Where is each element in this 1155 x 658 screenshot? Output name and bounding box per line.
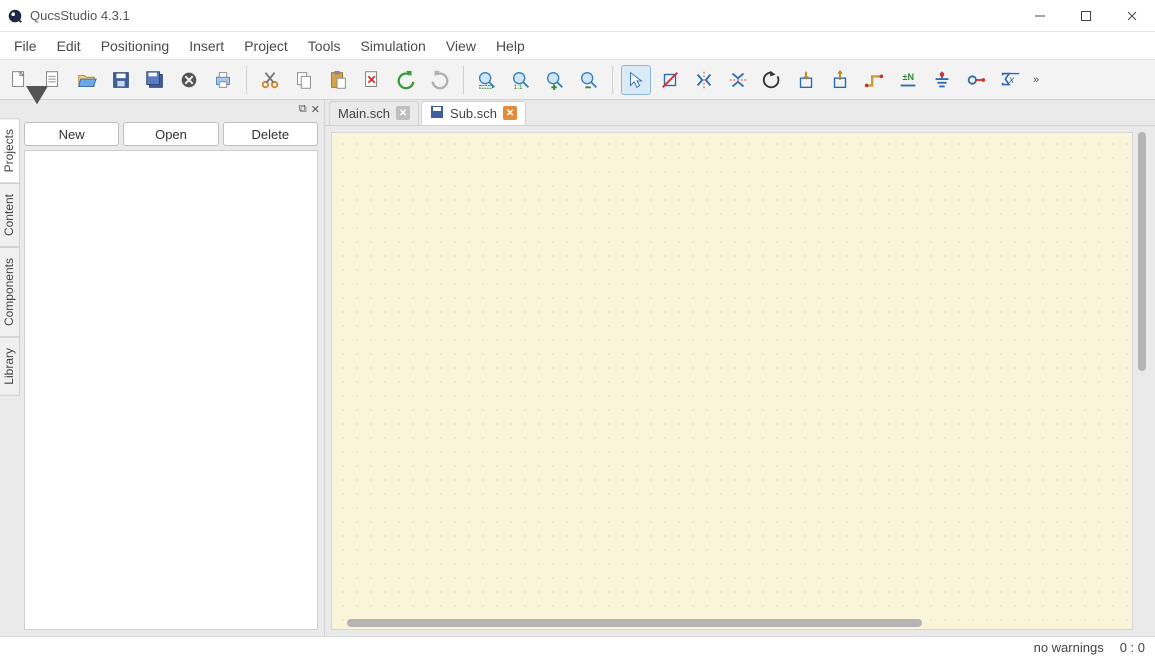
menu-tools[interactable]: Tools	[298, 34, 351, 58]
save-button[interactable]	[106, 65, 136, 95]
port-button[interactable]	[961, 65, 991, 95]
new-text-document-button[interactable]	[38, 65, 68, 95]
toolbar-separator	[463, 66, 464, 94]
toolbar-separator	[246, 66, 247, 94]
new-document-button[interactable]	[4, 65, 34, 95]
pop-out-subcircuit-button[interactable]	[825, 65, 855, 95]
app-title: QucsStudio 4.3.1	[30, 8, 130, 23]
deactivate-button[interactable]	[655, 65, 685, 95]
side-tab-components[interactable]: Components	[0, 247, 20, 337]
zoom-in-button[interactable]	[540, 65, 570, 95]
save-all-button[interactable]	[140, 65, 170, 95]
tab-main-sch[interactable]: Main.sch ✕	[329, 101, 419, 125]
side-tab-projects[interactable]: Projects	[0, 118, 20, 183]
window-minimize-button[interactable]	[1017, 0, 1063, 32]
ground-button[interactable]	[927, 65, 957, 95]
project-new-button[interactable]: New	[24, 122, 119, 146]
svg-text:1:1: 1:1	[514, 84, 523, 91]
print-button[interactable]	[208, 65, 238, 95]
menu-bar: File Edit Positioning Insert Project Too…	[0, 32, 1155, 60]
menu-project[interactable]: Project	[234, 34, 298, 58]
horizontal-scrollbar[interactable]	[347, 618, 1113, 628]
dock-panel: ⧉ ✕ Projects Content Components Library …	[0, 100, 325, 636]
cut-button[interactable]	[255, 65, 285, 95]
tab-sub-sch[interactable]: Sub.sch ✕	[421, 101, 526, 125]
wire-label-button[interactable]: ±N	[893, 65, 923, 95]
redo-button[interactable]	[425, 65, 455, 95]
toolbar-separator	[612, 66, 613, 94]
wire-button[interactable]	[859, 65, 889, 95]
project-delete-button[interactable]: Delete	[223, 122, 318, 146]
tab-close-icon[interactable]: ✕	[396, 106, 410, 120]
toolbar-overflow-button[interactable]: »	[1029, 74, 1043, 86]
mirror-y-button[interactable]	[689, 65, 719, 95]
menu-positioning[interactable]: Positioning	[91, 34, 180, 58]
tab-close-icon[interactable]: ✕	[503, 106, 517, 120]
open-button[interactable]	[72, 65, 102, 95]
svg-text:±N: ±N	[903, 72, 915, 82]
dropdown-arrow-icon	[26, 86, 32, 92]
menu-insert[interactable]: Insert	[179, 34, 234, 58]
paste-button[interactable]	[323, 65, 353, 95]
equation-button[interactable]: x	[995, 65, 1025, 95]
close-document-button[interactable]	[174, 65, 204, 95]
zoom-fit-button[interactable]	[472, 65, 502, 95]
dock-float-button[interactable]: ⧉	[299, 103, 307, 116]
copy-button[interactable]	[289, 65, 319, 95]
status-warnings: no warnings	[1030, 640, 1108, 655]
go-into-subcircuit-button[interactable]	[791, 65, 821, 95]
menu-edit[interactable]: Edit	[47, 34, 91, 58]
tab-label: Main.sch	[338, 106, 390, 121]
tab-label: Sub.sch	[450, 106, 497, 121]
select-pointer-button[interactable]	[621, 65, 651, 95]
side-tab-content[interactable]: Content	[0, 183, 20, 247]
toolbar: 1:1 ±N x »	[0, 60, 1155, 100]
dock-close-button[interactable]: ✕	[311, 103, 320, 116]
project-open-button[interactable]: Open	[123, 122, 218, 146]
title-bar: QucsStudio 4.3.1	[0, 0, 1155, 32]
menu-file[interactable]: File	[4, 34, 47, 58]
mirror-x-button[interactable]	[723, 65, 753, 95]
projects-panel: New Open Delete	[20, 118, 324, 636]
window-maximize-button[interactable]	[1063, 0, 1109, 32]
canvas-wrapper	[325, 126, 1155, 636]
rotate-button[interactable]	[757, 65, 787, 95]
undo-button[interactable]	[391, 65, 421, 95]
zoom-actual-button[interactable]: 1:1	[506, 65, 536, 95]
status-cursor-position: 0 : 0	[1116, 640, 1149, 655]
side-tab-library[interactable]: Library	[0, 337, 20, 396]
dock-header: ⧉ ✕	[0, 100, 324, 118]
document-tab-strip: Main.sch ✕ Sub.sch ✕	[325, 100, 1155, 126]
center-panel: Main.sch ✕ Sub.sch ✕	[325, 100, 1155, 636]
side-tab-strip: Projects Content Components Library	[0, 118, 20, 636]
zoom-out-button[interactable]	[574, 65, 604, 95]
schematic-canvas[interactable]	[331, 132, 1133, 630]
save-icon	[430, 105, 444, 122]
app-icon	[6, 7, 24, 25]
menu-view[interactable]: View	[436, 34, 486, 58]
svg-text:x: x	[1008, 74, 1015, 85]
window-close-button[interactable]	[1109, 0, 1155, 32]
delete-button[interactable]	[357, 65, 387, 95]
status-bar: no warnings 0 : 0	[0, 636, 1155, 658]
menu-help[interactable]: Help	[486, 34, 535, 58]
projects-list[interactable]	[24, 150, 318, 630]
main-area: ⧉ ✕ Projects Content Components Library …	[0, 100, 1155, 636]
vertical-scrollbar[interactable]	[1135, 132, 1149, 630]
menu-simulation[interactable]: Simulation	[350, 34, 435, 58]
